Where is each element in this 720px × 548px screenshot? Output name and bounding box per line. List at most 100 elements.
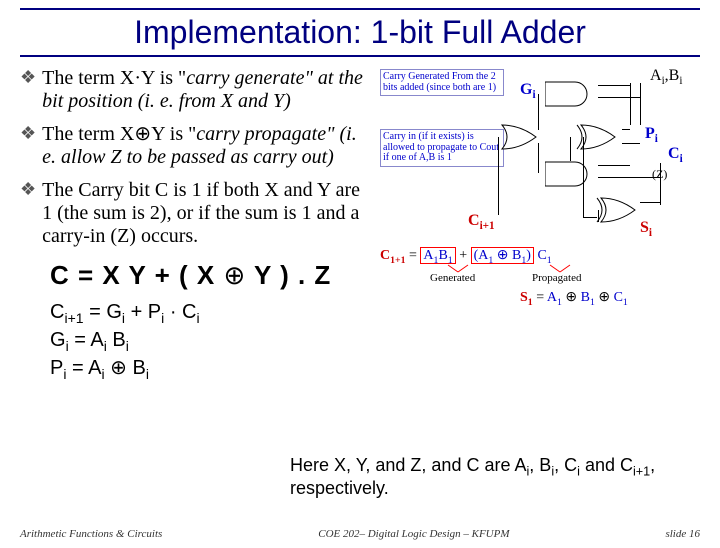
wire <box>538 94 539 130</box>
eq-propagate: Pi = Ai ⊕ Bi <box>50 355 370 383</box>
t: A <box>423 248 433 263</box>
wire <box>622 143 640 144</box>
t: i <box>532 89 535 101</box>
t: , C <box>554 455 577 475</box>
wire <box>583 137 584 217</box>
t: B <box>581 290 590 305</box>
t: B <box>512 248 521 263</box>
input-label-ab: Ai,Bi <box>650 67 682 87</box>
arrow-icon <box>438 264 478 274</box>
bullet-2-text: The term X⊕Y is "carry propagate" (i. e.… <box>42 123 370 169</box>
bullet-3: ❖ The Carry bit C is 1 if both X and Y a… <box>20 179 370 248</box>
diagram-column: Carry Generated From the 2 bits added (s… <box>370 67 700 384</box>
t: + <box>459 248 467 263</box>
t: P <box>645 125 655 142</box>
wire <box>598 177 660 178</box>
slide-title: Implementation: 1-bit Full Adder <box>0 14 720 51</box>
label-pi: Pi <box>645 125 658 145</box>
bullet-2-prefix: The term X⊕Y is " <box>42 123 196 145</box>
bullet-2: ❖ The term X⊕Y is "carry propagate" (i. … <box>20 123 370 169</box>
t: = A <box>69 329 104 351</box>
slide-footer: Arithmetic Functions & Circuits COE 202–… <box>0 528 720 540</box>
t: ,B <box>665 67 680 84</box>
main-equation: C = X Y + ( X ⊕ Y ) . Z <box>50 260 370 291</box>
t: C <box>380 248 390 263</box>
wire <box>640 83 641 125</box>
t: = A <box>66 357 101 379</box>
t: C <box>537 248 546 263</box>
t: G <box>520 81 532 98</box>
annotation-propagate: Carry in (if it exists) is allowed to pr… <box>380 129 504 167</box>
t: and C <box>580 455 633 475</box>
bullet-1: ❖ The term X·Y is "carry generate" at th… <box>20 67 370 113</box>
t: i+1 <box>633 465 650 479</box>
t: (A <box>474 248 489 263</box>
t: i <box>679 75 682 87</box>
footer-left: Arithmetic Functions & Circuits <box>20 528 162 540</box>
t: A <box>650 67 662 84</box>
t: C <box>668 145 680 162</box>
t: 1 <box>488 255 493 266</box>
circuit-diagram: Carry Generated From the 2 bits added (s… <box>380 67 690 327</box>
wire <box>660 163 661 205</box>
wire <box>498 137 499 215</box>
t: Here X, Y, and Z, and C are A <box>290 455 526 475</box>
t: · C <box>164 301 196 323</box>
t: i <box>197 310 200 326</box>
bullet-3-text: The Carry bit C is 1 if both X and Y are… <box>42 179 370 248</box>
t: = <box>409 248 417 263</box>
t: C <box>468 212 480 229</box>
content-area: ❖ The term X·Y is "carry generate" at th… <box>0 67 720 384</box>
label-gi: Gi <box>520 81 536 101</box>
wire <box>640 202 660 203</box>
label-ci: Ci <box>668 145 683 165</box>
t: G <box>50 329 66 351</box>
t: 1 <box>557 297 562 308</box>
t: i+1 <box>480 220 495 232</box>
bullet-1-text: The term X·Y is "carry generate" at the … <box>42 67 370 113</box>
t: 1 <box>590 297 595 308</box>
wire <box>538 143 539 173</box>
xor-gate-icon <box>575 122 635 152</box>
wire <box>598 165 630 166</box>
t: A <box>547 290 557 305</box>
annotation-generate: Carry Generated From the 2 bits added (s… <box>380 69 504 96</box>
bullet-2-term: carry propagate <box>196 123 326 145</box>
title-top-rule <box>20 8 700 10</box>
text-column: ❖ The term X·Y is "carry generate" at th… <box>20 67 370 384</box>
t: 1 <box>623 297 628 308</box>
wire <box>583 217 597 218</box>
t: C <box>50 301 64 323</box>
t: 1 <box>528 297 533 308</box>
wire <box>598 97 640 98</box>
wire <box>630 83 631 125</box>
t: 1+1 <box>390 255 405 266</box>
diamond-bullet-icon: ❖ <box>20 67 36 113</box>
bullet-1-term: carry generate <box>186 67 304 89</box>
t: ) <box>526 248 531 263</box>
eq-carry: Ci+1 = Gi + Pi · Ci <box>50 299 370 327</box>
footer-right: slide 16 <box>665 528 700 540</box>
equation-block: Ci+1 = Gi + Pi · Ci Gi = Ai Bi Pi = Ai ⊕… <box>50 299 370 384</box>
variable-mapping-note: Here X, Y, and Z, and C are Ai, Bi, Ci a… <box>290 456 710 499</box>
t: S <box>640 219 649 236</box>
or-gate-icon <box>498 122 548 152</box>
t: i <box>649 227 652 239</box>
label-si: Si <box>640 219 652 239</box>
and-gate-icon <box>545 159 600 189</box>
t: i+1 <box>64 310 83 326</box>
wire <box>598 85 630 86</box>
t: + P <box>125 301 161 323</box>
eq-generate: Gi = Ai Bi <box>50 327 370 355</box>
t: , B <box>529 455 551 475</box>
t: S <box>520 290 528 305</box>
wire <box>598 210 599 222</box>
t: ⊕ B <box>105 357 146 379</box>
t: C <box>614 290 623 305</box>
wire <box>622 129 630 130</box>
t: i <box>146 366 149 382</box>
diamond-bullet-icon: ❖ <box>20 123 36 169</box>
arrow-icon <box>540 264 580 274</box>
footer-center: COE 202– Digital Logic Design – KFUPM <box>318 528 509 540</box>
t: ⊕ <box>497 248 509 263</box>
